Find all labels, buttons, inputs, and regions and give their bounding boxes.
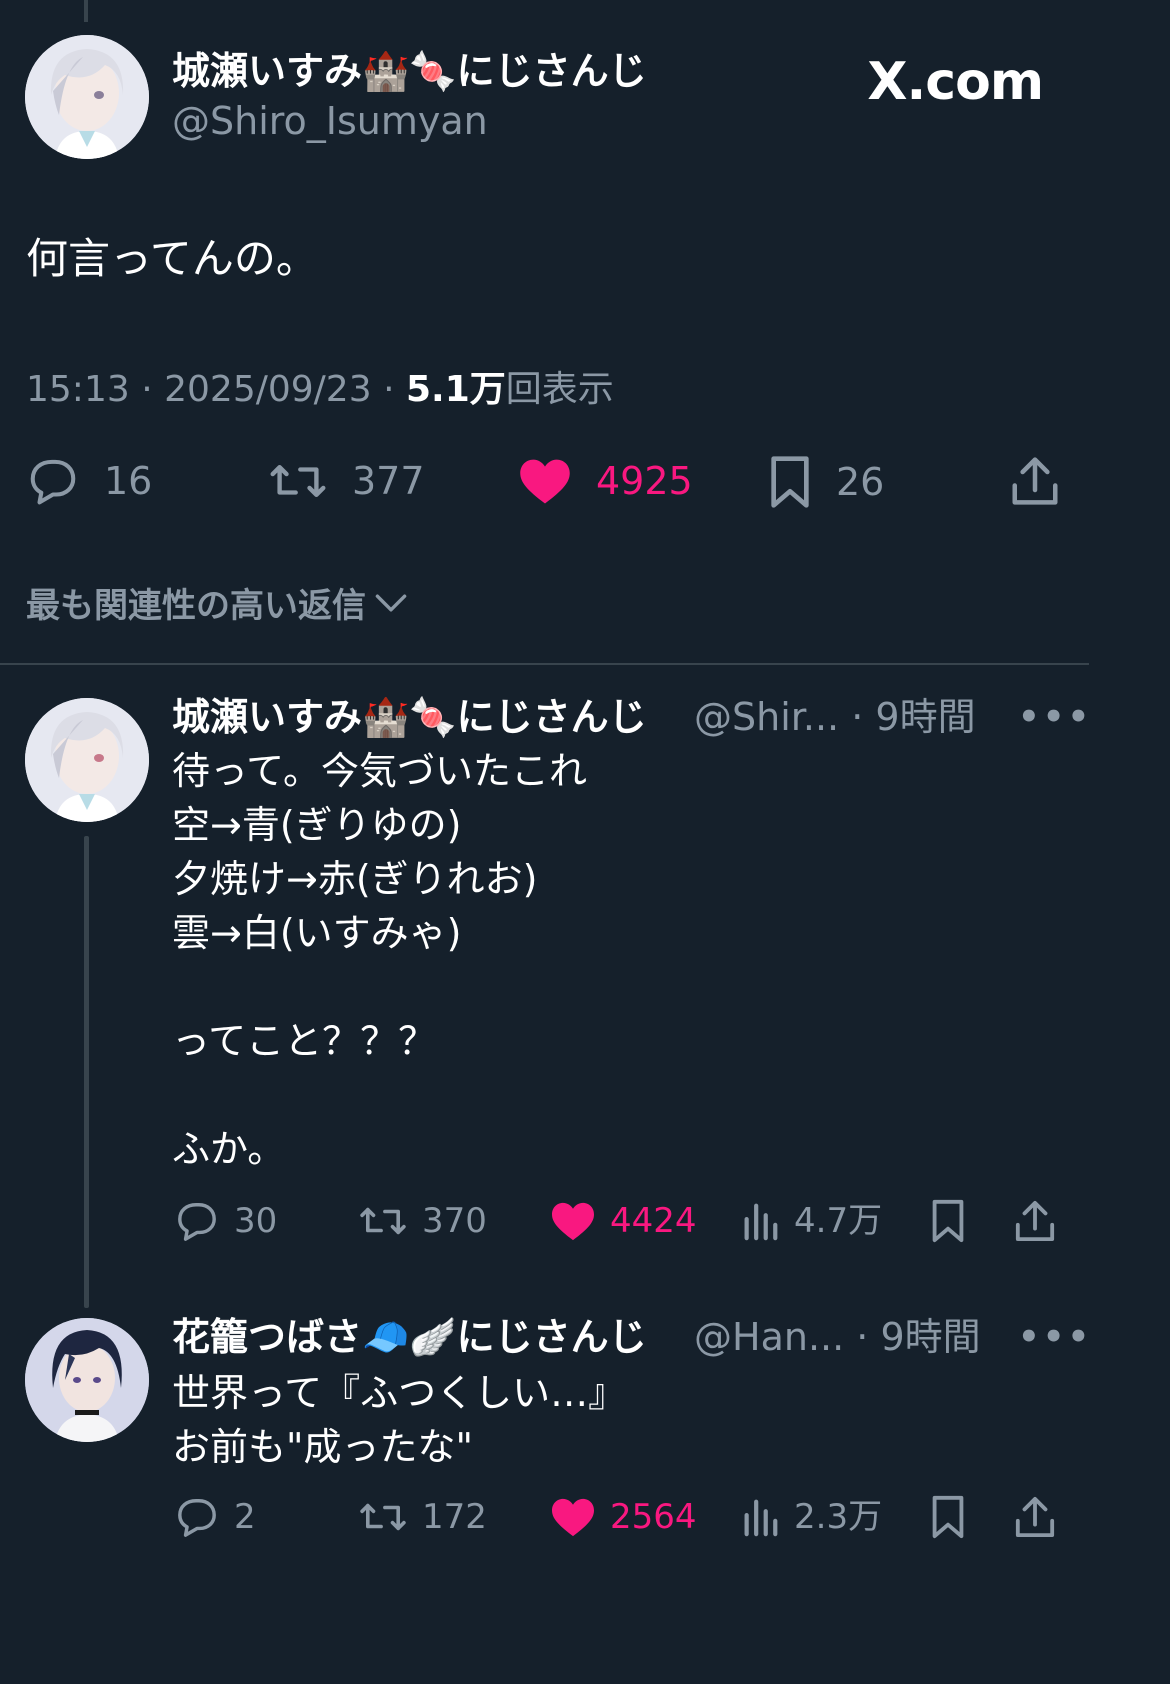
bookmark-button[interactable]: 26 — [768, 454, 884, 510]
like-button[interactable]: 4925 — [518, 456, 693, 506]
views-icon — [744, 1203, 778, 1241]
reply-handle[interactable]: @Shir... — [694, 695, 839, 739]
reply-time[interactable]: · 9時間 — [856, 1315, 980, 1359]
reply-sort-selector[interactable]: 最も関連性の高い返信 — [26, 578, 408, 627]
bookmark-button[interactable] — [930, 1494, 966, 1540]
reply-author-handle: @Han... · 9時間 — [694, 1318, 981, 1356]
thread-line — [84, 836, 89, 1308]
tweet-time[interactable]: 15:13 — [26, 369, 130, 410]
heart-icon — [552, 1498, 594, 1537]
tweet-meta: 15:13 · 2025/09/23 · 5.1万回表示 — [26, 368, 614, 411]
retweet-icon — [360, 1207, 406, 1235]
retweet-icon — [270, 465, 326, 497]
bookmark-icon — [771, 456, 809, 508]
reply-avatar[interactable] — [25, 698, 149, 822]
meta-separator: · — [141, 369, 153, 410]
views-count: 4.7万 — [794, 1201, 883, 1241]
reply-count: 2 — [234, 1497, 256, 1537]
view-label: 回表示 — [505, 369, 614, 410]
share-icon — [1012, 457, 1058, 505]
share-button[interactable] — [1010, 454, 1060, 508]
retweet-icon — [360, 1503, 406, 1531]
reply-time[interactable]: · 9時間 — [851, 695, 975, 739]
section-divider — [0, 663, 1089, 665]
more-options-button[interactable]: ••• — [1018, 700, 1092, 734]
like-button[interactable]: 2564 — [550, 1496, 697, 1538]
bookmark-icon — [932, 1199, 964, 1243]
retweet-count: 370 — [422, 1201, 487, 1241]
heart-icon — [520, 459, 570, 504]
retweet-button[interactable]: 370 — [358, 1202, 487, 1240]
reply-button[interactable]: 2 — [174, 1496, 256, 1538]
avatar-image — [25, 35, 149, 159]
retweet-button[interactable]: 172 — [358, 1498, 487, 1536]
bookmark-icon — [932, 1495, 964, 1539]
retweet-button[interactable]: 377 — [268, 458, 425, 504]
views-icon — [744, 1499, 778, 1537]
reply-count: 16 — [104, 459, 153, 503]
author-avatar[interactable] — [25, 35, 149, 159]
chevron-down-icon — [375, 594, 407, 612]
reply-button[interactable]: 16 — [26, 456, 152, 506]
tweet-text: 何言ってんの。 — [26, 234, 318, 283]
reply-button[interactable]: 30 — [174, 1200, 277, 1242]
reply-author-name[interactable]: 城瀬いすみ🏰🍬にじさんじ — [172, 698, 647, 736]
reply-handle[interactable]: @Han... — [694, 1315, 844, 1359]
retweet-count: 377 — [352, 459, 425, 503]
x-logo: X.com — [867, 52, 1044, 112]
author-handle[interactable]: @Shiro_Isumyan — [172, 102, 488, 140]
share-button[interactable] — [1014, 1198, 1056, 1244]
reply-icon — [178, 1499, 216, 1537]
sort-label: 最も関連性の高い返信 — [26, 586, 366, 626]
reply-count: 30 — [234, 1201, 278, 1241]
views-count: 2.3万 — [794, 1497, 883, 1537]
tweet-date[interactable]: 2025/09/23 — [164, 369, 372, 410]
reply-icon — [178, 1203, 216, 1241]
share-icon — [1015, 1496, 1055, 1538]
like-button[interactable]: 4424 — [550, 1200, 697, 1242]
thread-line-top — [84, 0, 88, 22]
reply-avatar[interactable] — [25, 1318, 149, 1442]
views-button[interactable]: 4.7万 — [740, 1200, 882, 1242]
share-button[interactable] — [1014, 1494, 1056, 1540]
heart-icon — [552, 1202, 594, 1241]
meta-separator: · — [383, 369, 395, 410]
retweet-count: 172 — [422, 1497, 487, 1537]
share-icon — [1015, 1200, 1055, 1242]
more-options-button[interactable]: ••• — [1018, 1320, 1092, 1354]
views-button[interactable]: 2.3万 — [740, 1496, 882, 1538]
bookmark-count: 26 — [836, 460, 885, 504]
avatar-image — [25, 698, 149, 822]
avatar-image — [25, 1318, 149, 1442]
reply-text: 待って。今気づいたこれ 空→青(ぎりゆの) 夕焼け→赤(ぎりれお) 雲→白(いす… — [172, 749, 587, 1171]
reply-icon — [30, 459, 76, 505]
bookmark-button[interactable] — [930, 1198, 966, 1244]
reply-author-handle: @Shir... · 9時間 — [694, 698, 976, 736]
reply-author-name[interactable]: 花籠つばさ🧢🪽にじさんじ — [172, 1318, 647, 1356]
like-count: 2564 — [610, 1497, 697, 1537]
author-name[interactable]: 城瀬いすみ🏰🍬にじさんじ — [172, 52, 647, 90]
like-count: 4424 — [610, 1201, 697, 1241]
view-count[interactable]: 5.1万 — [406, 369, 506, 410]
like-count: 4925 — [596, 459, 693, 503]
reply-text: 世界って『ふつくしい…』 お前も"成ったな" — [172, 1371, 627, 1469]
